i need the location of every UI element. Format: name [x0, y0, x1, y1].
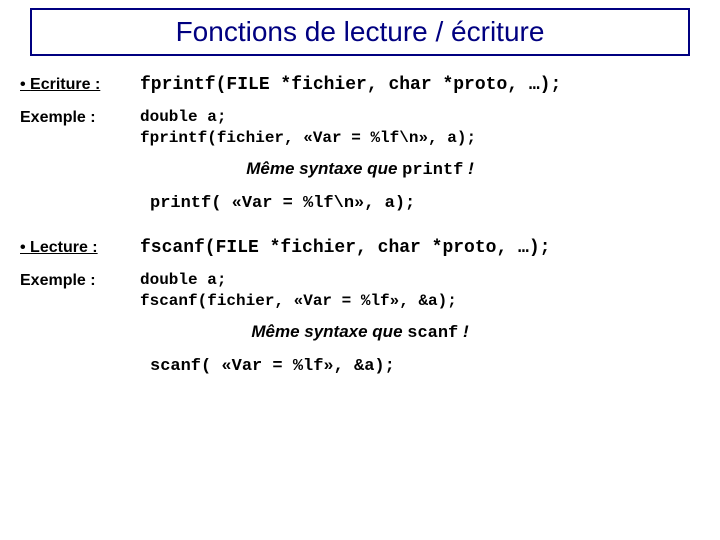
ecriture-row: • Ecriture : fprintf(FILE *fichier, char… [20, 74, 700, 97]
ecriture-compare-code: printf( «Var = %lf\n», a); [150, 194, 700, 213]
lecture-exemple-label: Exemple : [20, 270, 140, 290]
ecriture-exemple-label: Exemple : [20, 107, 140, 127]
ecriture-code: fprintf(FILE *fichier, char *proto, …); [140, 74, 700, 97]
lecture-note: Même syntaxe que scanf ! [20, 322, 700, 343]
ecriture-exemple-row: Exemple : double a; fprintf(fichier, «Va… [20, 107, 700, 149]
ecriture-note: Même syntaxe que printf ! [20, 159, 700, 180]
lecture-compare-code: scanf( «Var = %lf», &a); [150, 357, 700, 376]
lecture-exemple-code: double a; fscanf(fichier, «Var = %lf», &… [140, 270, 700, 312]
lecture-exemple-row: Exemple : double a; fscanf(fichier, «Var… [20, 270, 700, 312]
ecriture-label: • Ecriture : [20, 74, 140, 94]
slide-title: Fonctions de lecture / écriture [176, 16, 545, 47]
ecriture-exemple-code: double a; fprintf(fichier, «Var = %lf\n»… [140, 107, 700, 149]
lecture-row: • Lecture : fscanf(FILE *fichier, char *… [20, 237, 700, 260]
lecture-label: • Lecture : [20, 237, 140, 257]
lecture-code: fscanf(FILE *fichier, char *proto, …); [140, 237, 700, 260]
slide-content: Fonctions de lecture / écriture • Ecritu… [0, 0, 720, 540]
title-box: Fonctions de lecture / écriture [30, 8, 690, 56]
